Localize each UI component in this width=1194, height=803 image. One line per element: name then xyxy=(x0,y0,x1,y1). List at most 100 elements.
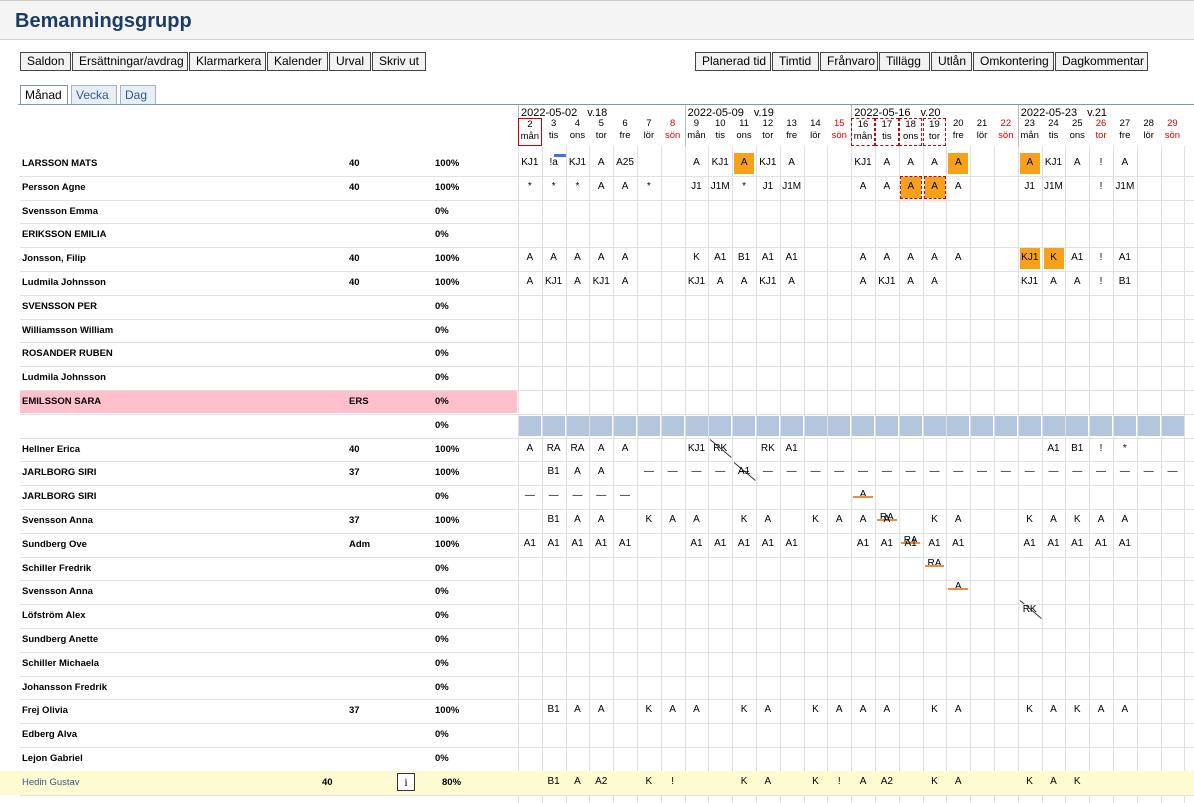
employee-row[interactable]: Edberg Alva 0% xyxy=(20,723,1194,747)
toolbar-button-4[interactable]: Urval xyxy=(329,52,371,71)
schedule-cell[interactable] xyxy=(1089,771,1113,794)
schedule-cell[interactable] xyxy=(827,176,851,199)
day-header[interactable]: 11 ons xyxy=(732,118,756,146)
day-header[interactable]: 28 lör xyxy=(1137,118,1161,146)
day-header[interactable]: 4 ons xyxy=(566,118,590,146)
employee-name[interactable]: Lejon Gabriel xyxy=(22,753,83,764)
schedule-cell[interactable]: * xyxy=(566,176,590,199)
employee-name[interactable]: Löfström Alex xyxy=(22,610,86,621)
schedule-cell[interactable]: — xyxy=(875,461,899,484)
schedule-cell[interactable]: A xyxy=(946,771,970,794)
schedule-cell[interactable] xyxy=(875,485,899,508)
schedule-cell[interactable]: A25 xyxy=(613,152,637,175)
day-header[interactable]: 5 tor xyxy=(589,118,613,146)
schedule-cell[interactable] xyxy=(970,771,994,794)
schedule-cell[interactable]: RA xyxy=(566,438,590,461)
schedule-cell[interactable]: KJ1 xyxy=(518,152,542,175)
schedule-cell[interactable]: A xyxy=(946,699,970,722)
employee-row[interactable]: ROSANDER RUBEN 0% xyxy=(20,342,1194,366)
schedule-cell[interactable] xyxy=(994,771,1018,794)
schedule-cell[interactable]: KJ1 xyxy=(589,271,613,294)
day-header[interactable]: 8 sön xyxy=(661,118,685,146)
schedule-cell[interactable] xyxy=(1137,485,1161,508)
schedule-cell-blocked[interactable] xyxy=(947,415,970,436)
schedule-cell[interactable]: A xyxy=(851,176,875,199)
schedule-cell[interactable]: A xyxy=(732,271,756,294)
schedule-cell[interactable] xyxy=(994,247,1018,270)
employee-name[interactable]: ERIKSSON EMILIA xyxy=(22,229,106,240)
employee-name[interactable]: Ludmila Johnsson xyxy=(22,277,106,288)
schedule-cell[interactable]: A xyxy=(613,271,637,294)
schedule-cell[interactable] xyxy=(827,152,851,175)
schedule-cell[interactable]: — xyxy=(1161,461,1185,484)
schedule-cell[interactable] xyxy=(827,271,851,294)
schedule-cell[interactable] xyxy=(804,247,828,270)
schedule-cell[interactable] xyxy=(1137,509,1161,532)
schedule-cell[interactable]: — xyxy=(732,461,756,484)
schedule-cell[interactable] xyxy=(1137,771,1161,794)
schedule-cell[interactable]: A xyxy=(851,509,875,532)
schedule-cell[interactable] xyxy=(637,271,661,294)
schedule-cell-blocked[interactable] xyxy=(661,415,684,436)
schedule-cell[interactable]: — xyxy=(566,485,590,508)
day-header[interactable]: 6 fre xyxy=(613,118,637,146)
employee-name[interactable]: Jonsson, Filip xyxy=(22,253,86,264)
schedule-cell[interactable]: A xyxy=(566,271,590,294)
schedule-cell[interactable]: — xyxy=(923,461,947,484)
schedule-cell[interactable] xyxy=(637,152,661,175)
employee-row[interactable]: ERIKSSON EMILIA 0% xyxy=(20,223,1194,247)
employee-row[interactable]: Svensson Emma 0% xyxy=(20,200,1194,224)
toolbar-button-3[interactable]: Kalender xyxy=(267,52,328,71)
schedule-cell[interactable]: A xyxy=(1042,509,1066,532)
schedule-cell[interactable] xyxy=(970,176,994,199)
day-header[interactable]: 2 mån xyxy=(518,118,542,146)
employee-name[interactable]: Johansson Fredrik xyxy=(22,682,107,693)
schedule-cell[interactable] xyxy=(1161,485,1185,508)
day-header[interactable]: 3 tis xyxy=(542,118,566,146)
schedule-cell[interactable]: KJ1 xyxy=(542,271,566,294)
schedule-cell[interactable]: A xyxy=(613,176,637,199)
schedule-cell[interactable]: — xyxy=(970,461,994,484)
employee-name[interactable]: Hellner Erica xyxy=(22,444,80,455)
schedule-cell-blocked[interactable] xyxy=(614,415,637,436)
schedule-cell[interactable]: — xyxy=(1042,461,1066,484)
schedule-cell[interactable]: A xyxy=(1042,699,1066,722)
schedule-cell[interactable] xyxy=(970,509,994,532)
schedule-cell[interactable]: B1 xyxy=(542,699,566,722)
schedule-cell[interactable] xyxy=(970,271,994,294)
schedule-cell[interactable]: A xyxy=(875,247,899,270)
schedule-cell[interactable]: A1 xyxy=(780,438,804,461)
toolbar-button-5[interactable]: Skriv ut xyxy=(372,52,426,71)
schedule-cell[interactable]: — xyxy=(1137,461,1161,484)
schedule-cell[interactable]: * xyxy=(637,176,661,199)
schedule-cell[interactable] xyxy=(780,771,804,794)
schedule-cell[interactable]: A xyxy=(566,461,590,484)
schedule-cell[interactable]: A xyxy=(708,271,732,294)
schedule-cell[interactable]: B1 xyxy=(542,461,566,484)
schedule-cell[interactable] xyxy=(1065,176,1089,199)
schedule-cell[interactable] xyxy=(923,485,947,508)
schedule-cell[interactable]: J1 xyxy=(1018,176,1042,199)
schedule-cell[interactable] xyxy=(994,152,1018,175)
schedule-cell[interactable]: KJ1 xyxy=(851,152,875,175)
schedule-cell[interactable]: A1 xyxy=(923,533,947,556)
schedule-cell-blocked[interactable] xyxy=(995,415,1017,436)
schedule-cell[interactable]: J1M xyxy=(1042,176,1066,199)
schedule-cell[interactable]: — xyxy=(804,461,828,484)
schedule-cell[interactable]: A xyxy=(566,699,590,722)
schedule-cell[interactable]: A xyxy=(685,699,709,722)
schedule-cell[interactable]: A xyxy=(613,247,637,270)
day-header[interactable]: 18 ons xyxy=(898,118,923,146)
schedule-cell[interactable] xyxy=(637,438,661,461)
schedule-cell[interactable] xyxy=(1137,438,1161,461)
schedule-cell[interactable] xyxy=(1161,271,1185,294)
schedule-cell[interactable]: A xyxy=(613,438,637,461)
schedule-cell[interactable] xyxy=(1042,485,1066,508)
employee-name[interactable]: Frej Olivia xyxy=(22,705,68,716)
schedule-cell-blocked[interactable] xyxy=(876,415,898,436)
schedule-cell[interactable]: A xyxy=(589,438,613,461)
schedule-cell-blocked[interactable] xyxy=(1161,415,1184,436)
day-header[interactable]: 23 mån xyxy=(1018,118,1042,146)
tab-month[interactable]: Månad xyxy=(20,85,68,105)
employee-row[interactable]: Williamsson William 0% xyxy=(20,319,1194,343)
